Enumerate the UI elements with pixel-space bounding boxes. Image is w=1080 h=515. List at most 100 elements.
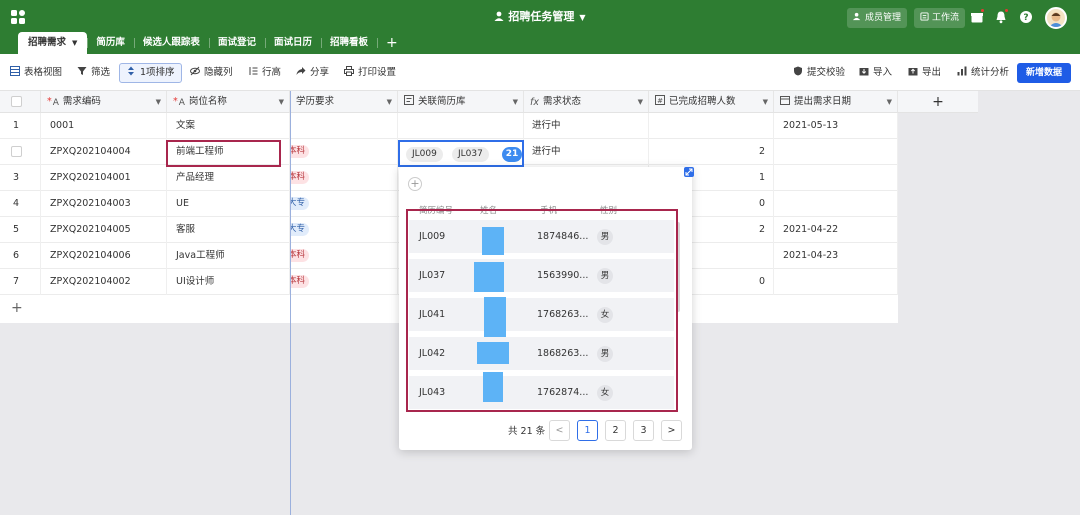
tab-resume-library[interactable]: 简历库 <box>87 32 134 54</box>
code-cell[interactable]: ZPXQ202104002 <box>41 269 167 295</box>
chevron-down-icon: ▼ <box>72 39 78 47</box>
code-cell[interactable]: ZPXQ202104001 <box>41 165 167 191</box>
add-row-icon[interactable]: + <box>11 300 23 316</box>
date-cell[interactable]: 2021-04-23 <box>774 243 898 269</box>
page-1-button[interactable]: 1 <box>577 420 598 441</box>
date-cell[interactable] <box>774 269 898 295</box>
required-mark: * <box>47 96 52 107</box>
chevron-down-icon[interactable]: ▼ <box>387 91 392 113</box>
date-cell[interactable]: 2021-05-13 <box>774 113 898 139</box>
add-column-icon[interactable]: + <box>898 91 978 113</box>
hired-count-cell[interactable] <box>649 113 774 139</box>
position-cell[interactable]: Java工程师 <box>167 243 290 269</box>
position-cell[interactable]: UI设计师 <box>167 269 290 295</box>
frozen-column-divider[interactable] <box>290 91 291 515</box>
resume-tag[interactable]: JL037 <box>452 147 489 162</box>
status-cell[interactable]: 进行中 <box>524 113 649 139</box>
table-view-button[interactable]: 表格视图 <box>10 64 62 82</box>
code-cell[interactable]: ZPXQ202104003 <box>41 191 167 217</box>
filter-button[interactable]: 筛选 <box>77 64 110 82</box>
status-cell[interactable]: 进行中 <box>524 139 649 165</box>
hide-columns-button[interactable]: 隐藏列 <box>190 64 233 82</box>
resume-tag[interactable]: JL009 <box>406 147 443 162</box>
linked-resume-cell[interactable] <box>398 113 524 139</box>
select-all-checkbox[interactable] <box>11 96 22 107</box>
column-header-date[interactable]: 提出需求日期 ▼ <box>774 91 898 113</box>
prev-page-button[interactable]: < <box>549 420 570 441</box>
user-avatar[interactable] <box>1045 7 1067 29</box>
date-cell[interactable] <box>774 191 898 217</box>
add-link-icon[interactable]: + <box>408 177 422 191</box>
column-header-position[interactable]: *A 岗位名称 ▼ <box>167 91 290 113</box>
print-settings-button[interactable]: 打印设置 <box>344 64 396 82</box>
share-button[interactable]: 分享 <box>296 64 329 82</box>
row-index-cell[interactable]: 4 <box>0 191 41 217</box>
column-header-education[interactable]: 学历要求 ▼ <box>290 91 398 113</box>
code-cell[interactable]: ZPXQ202104004 <box>41 139 167 165</box>
position-cell[interactable]: 文案 <box>167 113 290 139</box>
chevron-down-icon[interactable]: ▼ <box>279 91 284 113</box>
sort-button[interactable]: 1项排序 <box>119 63 182 83</box>
import-button[interactable]: 导入 <box>859 64 892 82</box>
filter-label: 筛选 <box>91 67 111 78</box>
row-index-cell[interactable] <box>0 139 41 165</box>
row-index-cell[interactable]: 7 <box>0 269 41 295</box>
date-cell[interactable]: 2021-04-22 <box>774 217 898 243</box>
chevron-down-icon[interactable]: ▼ <box>156 91 161 113</box>
row-index-cell[interactable]: 3 <box>0 165 41 191</box>
education-cell[interactable]: 本科 <box>290 269 398 295</box>
help-icon[interactable]: ? <box>1019 10 1033 24</box>
column-header-code[interactable]: *A 需求编码 ▼ <box>41 91 167 113</box>
export-button[interactable]: 导出 <box>908 64 941 82</box>
code-cell[interactable]: 0001 <box>41 113 167 139</box>
table-row[interactable]: 1 0001 文案 进行中 2021-05-13 <box>0 113 898 139</box>
row-index-cell[interactable]: 1 <box>0 113 41 139</box>
code-cell[interactable]: ZPXQ202104006 <box>41 243 167 269</box>
position-cell[interactable]: UE <box>167 191 290 217</box>
chevron-down-icon[interactable]: ▼ <box>887 91 892 113</box>
column-header-hired-count[interactable]: # 已完成招聘人数 ▼ <box>649 91 774 113</box>
education-cell[interactable] <box>290 113 398 139</box>
page-2-button[interactable]: 2 <box>605 420 626 441</box>
tab-recruit-demand[interactable]: 招聘需求 ▼ <box>18 32 88 54</box>
column-header-status[interactable]: fx 需求状态 ▼ <box>524 91 649 113</box>
education-cell[interactable]: 大专 <box>290 191 398 217</box>
row-index-cell[interactable]: 6 <box>0 243 41 269</box>
workflow-button[interactable]: 工作流 <box>914 8 966 28</box>
education-cell[interactable]: 本科 <box>290 165 398 191</box>
education-cell[interactable]: 本科 <box>290 243 398 269</box>
education-cell[interactable]: 本科 <box>290 139 398 165</box>
position-cell[interactable]: 客服 <box>167 217 290 243</box>
row-index-cell[interactable]: 5 <box>0 217 41 243</box>
date-cell[interactable] <box>774 165 898 191</box>
date-cell[interactable] <box>774 139 898 165</box>
avatar-face-icon <box>1049 12 1063 27</box>
education-cell[interactable]: 大专 <box>290 217 398 243</box>
tab-interview-register[interactable]: 面试登记 <box>208 32 265 54</box>
table-icon <box>10 66 20 76</box>
code-cell[interactable]: ZPXQ202104005 <box>41 217 167 243</box>
new-record-button[interactable]: 新增数据 <box>1017 63 1071 83</box>
chevron-down-icon[interactable]: ▼ <box>513 91 518 113</box>
row-height-button[interactable]: 行高 <box>248 64 281 82</box>
tab-interview-calendar[interactable]: 面试日历 <box>264 32 321 54</box>
submit-check-button[interactable]: 提交校验 <box>793 64 845 82</box>
expand-icon[interactable] <box>684 167 694 177</box>
column-header-linked-resume[interactable]: 关联简历库 ▼ <box>398 91 524 113</box>
chevron-down-icon[interactable]: ▼ <box>763 91 768 113</box>
linked-resume-cell[interactable]: JL009 JL037 21 <box>398 140 524 167</box>
row-checkbox[interactable] <box>11 146 22 157</box>
position-cell[interactable]: 产品经理 <box>167 165 290 191</box>
tab-candidate-tracking[interactable]: 候选人跟踪表 <box>133 32 209 54</box>
next-page-button[interactable]: > <box>661 420 682 441</box>
add-tab-icon[interactable]: + <box>376 32 407 54</box>
text-field-icon: A <box>178 98 185 108</box>
statistics-button[interactable]: 统计分析 <box>957 64 1009 82</box>
tab-recruit-board[interactable]: 招聘看板 <box>320 32 377 54</box>
hired-count-cell[interactable]: 2 <box>649 139 774 165</box>
page-3-button[interactable]: 3 <box>633 420 654 441</box>
chevron-down-icon[interactable]: ▼ <box>638 91 643 113</box>
education-tag: 本科 <box>290 275 310 288</box>
member-management-button[interactable]: 成员管理 <box>847 8 908 28</box>
linked-count-badge[interactable]: 21 <box>502 147 522 162</box>
